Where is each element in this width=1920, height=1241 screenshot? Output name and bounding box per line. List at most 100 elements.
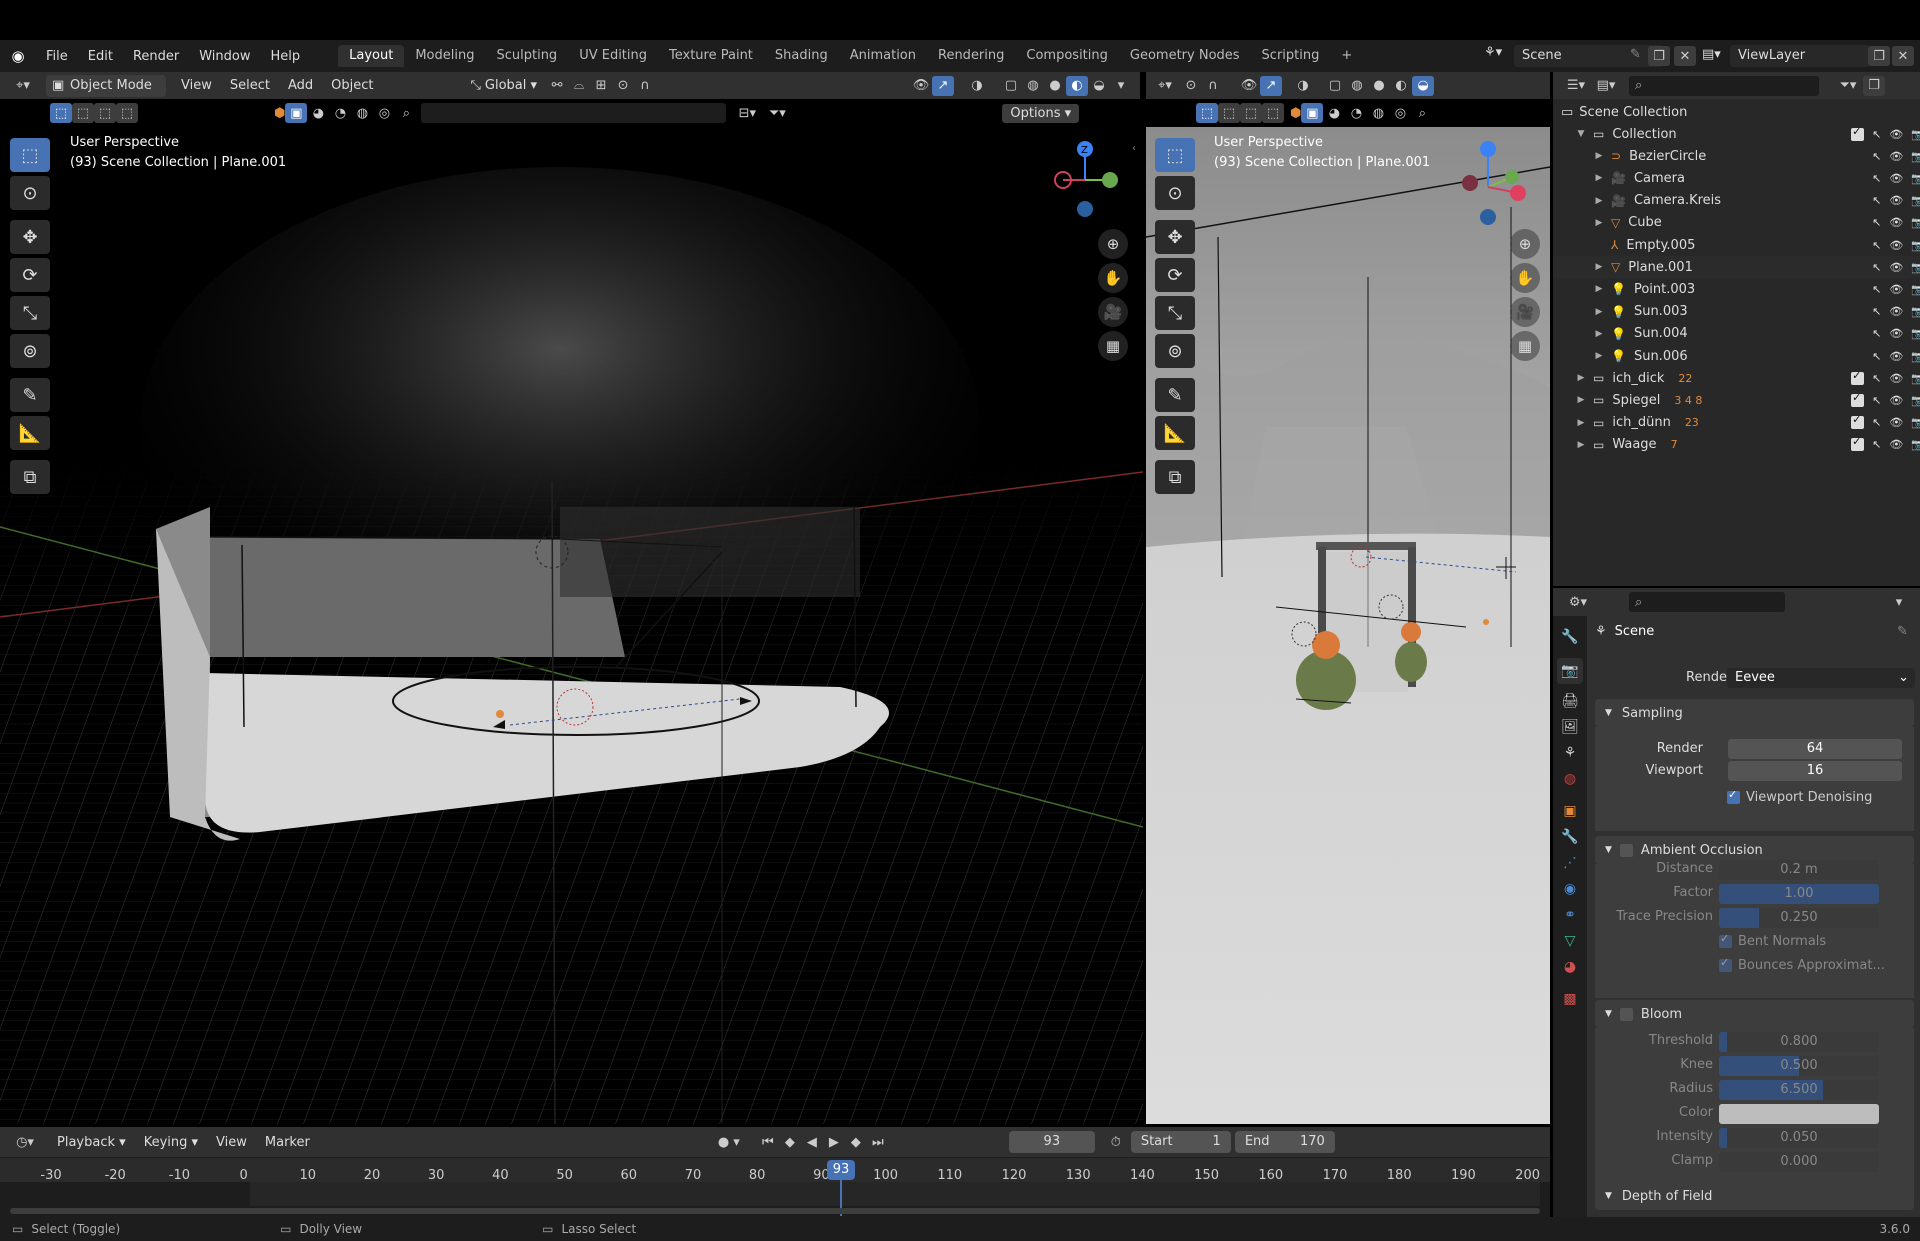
sampling-viewport-field[interactable]: 16: [1728, 761, 1902, 781]
filter-camera-icon[interactable]: ◍: [351, 103, 373, 123]
outliner-row[interactable]: ▼ ▭ Collection ↖ 👁 📷: [1553, 123, 1920, 145]
render-camera-icon[interactable]: 📷: [1911, 216, 1920, 229]
tab-shading[interactable]: Shading: [764, 45, 839, 67]
falloff-icon-right[interactable]: ∩: [1202, 76, 1224, 96]
outliner-row[interactable]: ▶ ▭ ich_dünn 23 ↖ 👁 📷: [1553, 412, 1920, 434]
eye-icon[interactable]: 👁: [1889, 305, 1903, 318]
select-arrow-icon[interactable]: ↖: [1872, 372, 1881, 385]
select-arrow-icon[interactable]: ↖: [1872, 150, 1881, 163]
select-intersect-icon-right[interactable]: ⬚: [1262, 103, 1284, 123]
expand-icon[interactable]: ▶: [1593, 151, 1605, 161]
add-cube-tool-icon[interactable]: ⧉: [10, 460, 50, 494]
pivot-icon[interactable]: ⚯: [546, 76, 568, 96]
xray-icon[interactable]: ▢: [1000, 76, 1022, 96]
select-arrow-icon[interactable]: ↖: [1872, 438, 1881, 451]
outliner-row[interactable]: ▶ ▭ Waage 7 ↖ 👁 📷: [1553, 434, 1920, 456]
shading-rendered-icon[interactable]: ◒: [1088, 76, 1110, 96]
object-type-icon-right[interactable]: ⬢: [1290, 106, 1301, 121]
overlay-icon-right[interactable]: ◑: [1292, 76, 1314, 96]
tab-modeling[interactable]: Modeling: [404, 45, 485, 67]
eye-icon[interactable]: 👁: [1889, 261, 1903, 274]
render-camera-icon[interactable]: 📷: [1911, 327, 1920, 340]
outliner-row[interactable]: ▶ ▭ ich_dick 22 ↖ 👁 📷: [1553, 367, 1920, 389]
select-arrow-icon[interactable]: ↖: [1872, 305, 1881, 318]
falloff-icon[interactable]: ∩: [634, 76, 656, 96]
expand-icon[interactable]: ▼: [1575, 129, 1587, 139]
viewport-search-input[interactable]: [421, 103, 727, 123]
zoom-icon[interactable]: ⊕: [1098, 229, 1128, 259]
viewport-search-icon-right[interactable]: ⌕: [1411, 103, 1433, 123]
modifier-tab-icon[interactable]: 🔧: [1557, 824, 1583, 850]
menu-marker[interactable]: Marker: [256, 1135, 319, 1150]
shading-rendered-icon-right[interactable]: ◒: [1412, 75, 1434, 96]
tab-animation[interactable]: Animation: [839, 45, 927, 67]
select-subtract-icon-right[interactable]: ⬚: [1240, 103, 1262, 123]
transform-tool-icon[interactable]: ⊚: [10, 334, 50, 368]
gizmo-icon[interactable]: ↗: [932, 75, 954, 96]
jump-end-icon[interactable]: ⏭: [867, 1132, 889, 1152]
properties-pin-icon[interactable]: ✎: [1897, 624, 1908, 639]
eye-icon[interactable]: 👁: [1889, 416, 1903, 429]
snap-target-icon[interactable]: ⊞: [590, 76, 612, 96]
zoom-icon-right[interactable]: ⊕: [1510, 229, 1540, 259]
outliner-root[interactable]: ▭ Scene Collection: [1553, 101, 1920, 123]
dof-panel-header[interactable]: ▼ Depth of Field: [1595, 1182, 1914, 1210]
timeline-editor-type-icon[interactable]: ◷▾: [10, 1132, 40, 1152]
bloom-intensity-slider[interactable]: 0.050: [1719, 1128, 1879, 1148]
navigation-gizmo-right[interactable]: [1446, 137, 1536, 237]
expand-icon[interactable]: ▶: [1593, 329, 1605, 339]
overlay-icon[interactable]: ◑: [966, 76, 988, 96]
measure-tool-icon[interactable]: 📐: [10, 416, 50, 450]
end-frame-field[interactable]: End 170: [1234, 1131, 1335, 1153]
select-mode-icon[interactable]: ⬚: [50, 103, 72, 123]
expand-icon[interactable]: ▶: [1575, 418, 1587, 428]
render-camera-icon[interactable]: 📷: [1911, 261, 1920, 274]
measure-tool-icon-right[interactable]: 📐: [1155, 416, 1195, 450]
menu-playback[interactable]: Playback ▾: [48, 1135, 135, 1150]
filter-light-icon-right[interactable]: ◔: [1345, 103, 1367, 123]
tab-layout[interactable]: Layout: [338, 45, 405, 67]
select-arrow-icon[interactable]: ↖: [1872, 327, 1881, 340]
viewport-right[interactable]: User Perspective (93) Scene Collection |…: [1146, 127, 1550, 1124]
orientation-selector[interactable]: Global ▾: [481, 78, 546, 93]
eye-icon[interactable]: 👁: [1889, 283, 1903, 296]
select-box-tool-icon-right[interactable]: ⬚: [1155, 138, 1195, 172]
filter-empty-icon-right[interactable]: ◎: [1389, 103, 1411, 123]
render-camera-icon[interactable]: 📷: [1911, 372, 1920, 385]
expand-icon[interactable]: ▶: [1575, 395, 1587, 405]
scale-tool-icon[interactable]: ⤡: [10, 296, 50, 330]
menu-help[interactable]: Help: [261, 49, 311, 64]
select-mode-icon-right[interactable]: ⬚: [1196, 103, 1218, 123]
render-camera-icon[interactable]: 📷: [1911, 283, 1920, 296]
outliner-display-mode-icon[interactable]: ▤▾: [1591, 76, 1621, 96]
tab-scripting[interactable]: Scripting: [1251, 45, 1331, 67]
filter-mesh-icon[interactable]: ▣: [285, 103, 308, 123]
menu-select[interactable]: Select: [221, 78, 279, 93]
gizmo-icon-right[interactable]: ↗: [1260, 75, 1282, 96]
cursor-tool-icon[interactable]: ⊙: [10, 176, 50, 210]
expand-icon[interactable]: ▶: [1593, 307, 1605, 317]
viewport-denoising-checkbox[interactable]: Viewport Denoising: [1727, 788, 1872, 805]
display-filter-icon[interactable]: ⊟▾: [732, 103, 762, 123]
properties-search-input[interactable]: ⌕: [1629, 592, 1785, 612]
playhead[interactable]: 93: [827, 1160, 855, 1180]
preview-range-icon[interactable]: ⏱: [1105, 1132, 1127, 1152]
outliner-editor-type-icon[interactable]: ☰▾: [1561, 76, 1591, 96]
ortho-grid-icon[interactable]: ▦: [1098, 331, 1128, 361]
ao-enable-checkbox[interactable]: [1619, 843, 1633, 857]
shading-material-icon-right[interactable]: ◐: [1390, 76, 1412, 96]
pan-hand-icon-right[interactable]: ✋: [1510, 263, 1540, 293]
proportional-icon[interactable]: ⊙: [612, 76, 634, 96]
render-camera-icon[interactable]: 📷: [1911, 350, 1920, 363]
texture-tab-icon[interactable]: ▩: [1557, 986, 1583, 1012]
render-camera-icon[interactable]: 📷: [1911, 438, 1920, 451]
add-workspace-icon[interactable]: +: [1330, 45, 1363, 67]
xray-icon-right[interactable]: ▢: [1324, 76, 1346, 96]
outliner-row[interactable]: ▶ ▽ Cube ↖ 👁 📷: [1553, 212, 1920, 234]
bounces-checkbox[interactable]: Bounces Approximat...: [1719, 956, 1885, 973]
menu-add[interactable]: Add: [279, 78, 322, 93]
render-camera-icon[interactable]: 📷: [1911, 394, 1920, 407]
select-arrow-icon[interactable]: ↖: [1872, 283, 1881, 296]
expand-icon[interactable]: ▶: [1593, 218, 1605, 228]
outliner-row[interactable]: ▶ 🎥 Camera.Kreis ↖ 👁 📷: [1553, 190, 1920, 212]
